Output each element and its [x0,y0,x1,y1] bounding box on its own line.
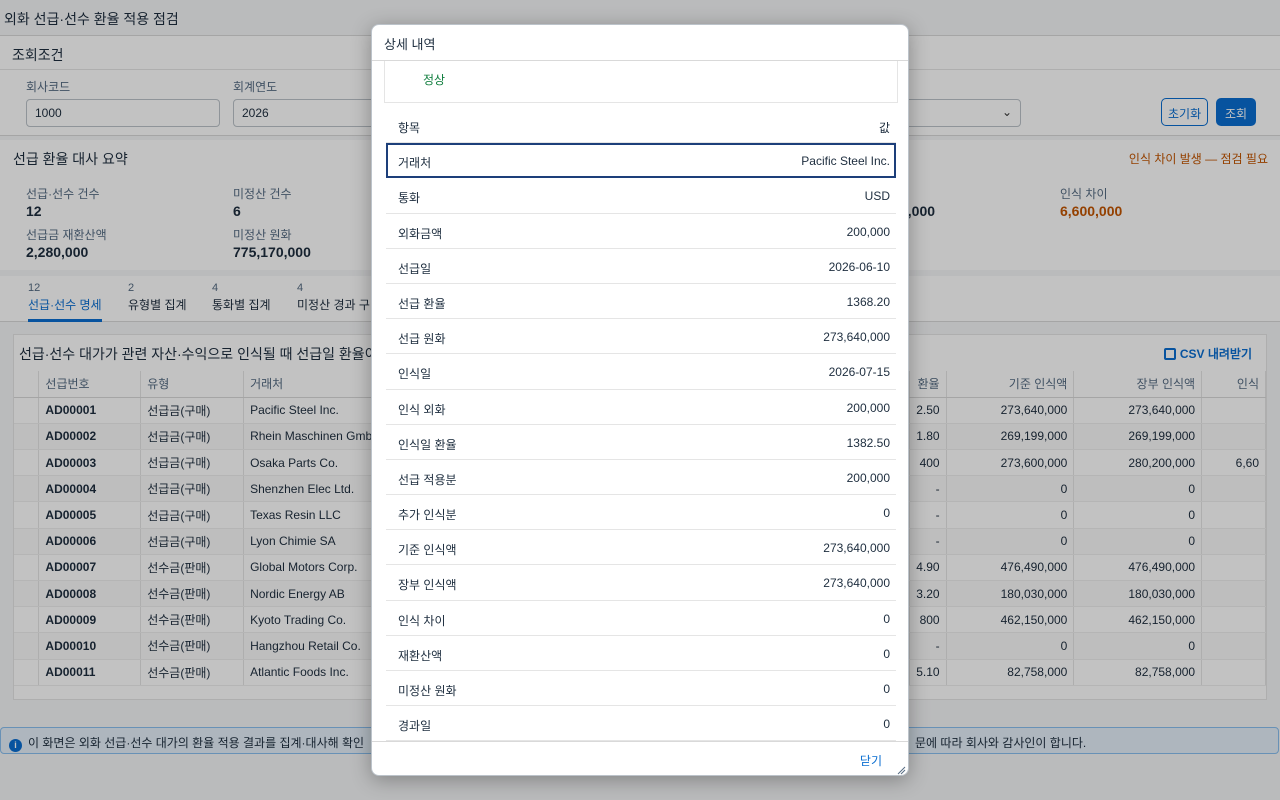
kv-value: 0 [883,682,890,696]
detail-kv-table: 항목 값 거래처 Pacific Steel Inc. 통화 USD 외화금액 200,0… [386,108,896,741]
kv-value: 1382.50 [846,435,890,450]
kv-value: 2026-06-10 [828,259,890,274]
kv-header-row: 항목 값 [386,108,896,144]
kv-value: 0 [883,506,890,521]
kv-header-value: 값 [878,121,890,135]
kv-value: 273,640,000 [823,576,890,591]
kv-header-key: 항목 [398,121,421,135]
kv-row[interactable]: 인식일 2026-07-15 [386,354,896,390]
kv-key: 재환산액 [398,648,443,663]
kv-key: 인식 차이 [398,613,446,628]
kv-key: 선급일 [398,261,432,276]
kv-value: 0 [883,717,890,732]
kv-row[interactable]: 선급 원화 273,640,000 [386,319,896,355]
kv-value: 2026-07-15 [828,365,890,380]
kv-key: 통화 [398,191,421,206]
kv-key: 인식 외화 [398,402,446,417]
kv-row[interactable]: 외화금액 200,000 [386,214,896,249]
kv-key: 선급 환율 [398,296,446,311]
kv-row[interactable]: 기준 인식액 273,640,000 [386,530,896,566]
kv-row[interactable]: 경과일 0 [386,706,896,741]
dialog-title: 상세 내역 [372,25,908,61]
kv-value: 0 [883,611,890,626]
kv-value: Pacific Steel Inc. [801,154,890,169]
kv-row[interactable]: 추가 인식분 0 [386,495,896,531]
kv-row[interactable]: 통화 USD [386,178,896,214]
kv-value: 0 [883,646,890,661]
kv-key: 선급 적용분 [398,472,457,487]
kv-value: 200,000 [846,224,890,239]
detail-dialog: 상세 내역 정상 항목 값 거래처 Pacific Steel Inc. 통화 USD… [371,24,909,776]
kv-key: 추가 인식분 [398,508,457,523]
kv-value: 200,000 [846,470,890,485]
kv-value: 200,000 [846,400,890,415]
status-text: 정상 [384,61,898,103]
dialog-footer: 닫기 [372,741,908,775]
kv-row[interactable]: 장부 인식액 273,640,000 [386,565,896,601]
kv-key: 기준 인식액 [398,543,457,558]
kv-key: 경과일 [398,719,432,734]
kv-row[interactable]: 인식 외화 200,000 [386,390,896,425]
kv-row[interactable]: 재환산액 0 [386,636,896,671]
kv-row[interactable]: 미정산 원화 0 [386,671,896,707]
kv-value: 273,640,000 [823,541,890,556]
resize-handle-icon[interactable] [896,765,906,775]
kv-key: 미정산 원화 [398,684,457,698]
kv-row[interactable]: 인식일 환율 1382.50 [386,425,896,460]
kv-key: 인식일 환율 [398,437,457,452]
close-button[interactable]: 닫기 [860,752,882,769]
kv-key: 장부 인식액 [398,578,457,593]
dialog-body[interactable]: 정상 항목 값 거래처 Pacific Steel Inc. 통화 USD 외화금액 20… [372,61,908,741]
kv-row[interactable]: 인식 차이 0 [386,601,896,636]
kv-row[interactable]: 선급일 2026-06-10 [386,249,896,284]
kv-value: 1368.20 [846,294,890,309]
kv-row[interactable]: 선급 환율 1368.20 [386,284,896,320]
kv-row[interactable]: 선급 적용분 200,000 [386,460,896,496]
kv-key: 외화금액 [398,226,443,241]
kv-row[interactable]: 거래처 Pacific Steel Inc. [386,143,896,179]
kv-value: 273,640,000 [823,330,890,345]
kv-key: 거래처 [398,156,432,171]
kv-value: USD [864,189,890,204]
kv-key: 선급 원화 [398,332,446,347]
kv-key: 인식일 [398,367,432,382]
